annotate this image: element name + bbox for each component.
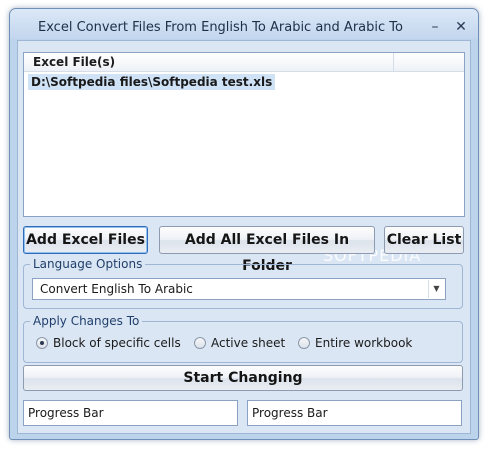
language-options-title: Language Options	[30, 257, 146, 271]
column-header-excel-files[interactable]: Excel File(s)	[24, 53, 394, 72]
list-item[interactable]: D:\Softpedia files\Softpedia test.xls	[28, 74, 276, 90]
clear-list-button[interactable]: Clear List	[384, 226, 464, 254]
language-select-value: Convert English To Arabic	[40, 282, 193, 296]
progress-bar-right: Progress Bar	[247, 400, 462, 426]
close-icon[interactable]: ✕	[450, 18, 472, 36]
excel-file-list[interactable]: Excel File(s) D:\Softpedia files\Softped…	[23, 52, 465, 217]
progress-bar-left: Progress Bar	[23, 400, 238, 426]
title-bar[interactable]: Excel Convert Files From English To Arab…	[10, 9, 478, 39]
minimize-icon[interactable]: –	[424, 18, 446, 36]
start-changing-button[interactable]: Start Changing	[23, 365, 463, 391]
apply-changes-title: Apply Changes To	[30, 314, 143, 328]
radio-selected-icon[interactable]	[36, 337, 48, 349]
radio-label: Entire workbook	[315, 336, 413, 350]
apply-changes-group: Apply Changes To Block of specific cells…	[23, 314, 463, 363]
radio-label: Active sheet	[211, 336, 286, 350]
language-select[interactable]: Convert English To Arabic ▼	[32, 278, 446, 300]
client-area: Excel File(s) D:\Softpedia files\Softped…	[17, 40, 471, 434]
chevron-down-icon[interactable]: ▼	[428, 280, 444, 298]
window-title: Excel Convert Files From English To Arab…	[38, 20, 408, 35]
list-header: Excel File(s)	[24, 53, 464, 72]
add-excel-files-button[interactable]: Add Excel Files	[23, 226, 148, 254]
radio-label: Block of specific cells	[53, 336, 181, 350]
language-options-group: Language Options Convert English To Arab…	[23, 257, 463, 309]
radio-unselected-icon[interactable]	[194, 337, 206, 349]
add-all-excel-files-button[interactable]: Add All Excel Files In Folder	[159, 226, 375, 274]
app-window: Excel Convert Files From English To Arab…	[9, 8, 479, 440]
radio-unselected-icon[interactable]	[298, 337, 310, 349]
